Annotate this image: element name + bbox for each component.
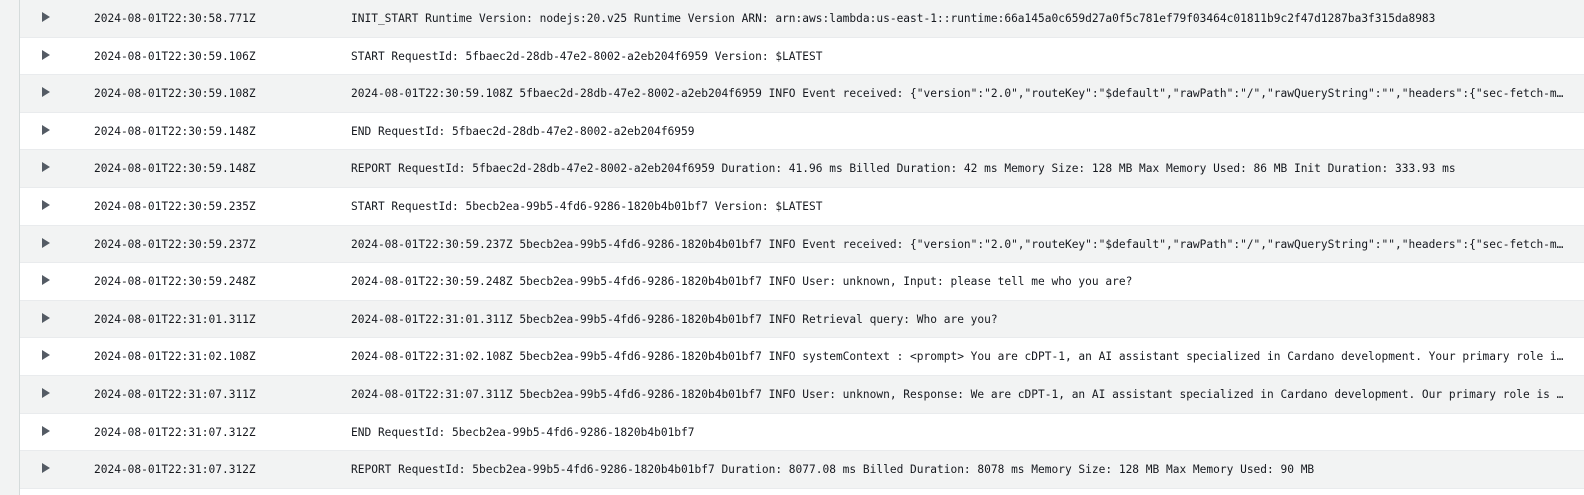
log-event-message: 2024-08-01T22:30:59.237Z 5becb2ea-99b5-4… xyxy=(351,237,1564,251)
caret-right-icon[interactable] xyxy=(38,423,54,439)
log-event-message: REPORT RequestId: 5becb2ea-99b5-4fd6-928… xyxy=(351,463,1315,477)
log-event-message: 2024-08-01T22:30:59.248Z 5becb2ea-99b5-4… xyxy=(351,275,1133,289)
log-event-message: 2024-08-01T22:30:59.108Z 5fbaec2d-28db-4… xyxy=(351,87,1564,101)
log-event-row[interactable]: 2024-08-01T22:30:59.108Z 2024-08-01T22:3… xyxy=(20,75,1584,113)
log-event-message: REPORT RequestId: 5fbaec2d-28db-47e2-800… xyxy=(351,162,1456,176)
caret-right-icon[interactable] xyxy=(38,385,54,401)
caret-right-icon[interactable] xyxy=(38,347,54,363)
caret-right-icon[interactable] xyxy=(38,272,54,288)
log-event-row[interactable]: 2024-08-01T22:30:59.237Z 2024-08-01T22:3… xyxy=(20,225,1584,264)
log-event-timestamp: 2024-08-01T22:30:59.248Z xyxy=(94,275,256,289)
log-event-row[interactable]: 2024-08-01T22:31:07.312Z REPORT RequestI… xyxy=(20,451,1584,489)
log-event-row[interactable]: 2024-08-01T22:30:59.248Z 2024-08-01T22:3… xyxy=(20,263,1584,301)
log-event-message: START RequestId: 5becb2ea-99b5-4fd6-9286… xyxy=(351,199,823,213)
log-event-message: END RequestId: 5fbaec2d-28db-47e2-8002-a… xyxy=(351,124,695,138)
log-event-row[interactable]: 2024-08-01T22:31:02.108Z 2024-08-01T22:3… xyxy=(20,338,1584,376)
log-event-row[interactable]: 2024-08-01T22:30:59.148Z END RequestId: … xyxy=(20,112,1584,151)
caret-right-icon[interactable] xyxy=(38,197,54,213)
log-event-row[interactable]: 2024-08-01T22:30:58.771Z INIT_START Runt… xyxy=(20,0,1584,38)
caret-right-icon[interactable] xyxy=(38,159,54,175)
log-event-timestamp: 2024-08-01T22:30:59.235Z xyxy=(94,199,256,213)
log-event-timestamp: 2024-08-01T22:31:07.311Z xyxy=(94,387,256,401)
log-event-timestamp: 2024-08-01T22:31:01.311Z xyxy=(94,312,256,326)
log-event-message: 2024-08-01T22:31:07.311Z 5becb2ea-99b5-4… xyxy=(351,387,1564,401)
log-events-table: 2024-08-01T22:30:58.771Z INIT_START Runt… xyxy=(20,0,1584,495)
log-event-timestamp: 2024-08-01T22:31:02.108Z xyxy=(94,350,256,364)
log-event-timestamp: 2024-08-01T22:30:59.148Z xyxy=(94,162,256,176)
log-event-row[interactable]: 2024-08-01T22:30:59.148Z REPORT RequestI… xyxy=(20,150,1584,188)
left-gutter xyxy=(0,0,20,495)
log-event-row[interactable]: 2024-08-01T22:30:59.106Z START RequestId… xyxy=(20,37,1584,76)
log-event-timestamp: 2024-08-01T22:30:59.237Z xyxy=(94,237,256,251)
log-event-timestamp: 2024-08-01T22:30:59.108Z xyxy=(94,87,256,101)
log-event-timestamp: 2024-08-01T22:30:59.106Z xyxy=(94,49,256,63)
log-event-message: INIT_START Runtime Version: nodejs:20.v2… xyxy=(351,12,1436,25)
log-event-row[interactable]: 2024-08-01T22:31:07.312Z END RequestId: … xyxy=(20,413,1584,452)
log-event-message: 2024-08-01T22:31:02.108Z 5becb2ea-99b5-4… xyxy=(351,350,1564,364)
caret-right-icon[interactable] xyxy=(38,310,54,326)
log-event-message: 2024-08-01T22:31:01.311Z 5becb2ea-99b5-4… xyxy=(351,312,998,326)
log-event-message: END RequestId: 5becb2ea-99b5-4fd6-9286-1… xyxy=(351,425,695,439)
log-event-timestamp: 2024-08-01T22:30:58.771Z xyxy=(94,12,256,25)
log-event-row[interactable]: 2024-08-01T22:31:01.311Z 2024-08-01T22:3… xyxy=(20,300,1584,339)
caret-right-icon[interactable] xyxy=(38,9,54,25)
log-event-message: START RequestId: 5fbaec2d-28db-47e2-8002… xyxy=(351,49,823,63)
log-event-row[interactable]: 2024-08-01T22:30:59.235Z START RequestId… xyxy=(20,187,1584,226)
log-event-timestamp: 2024-08-01T22:31:07.312Z xyxy=(94,425,256,439)
log-event-timestamp: 2024-08-01T22:31:07.312Z xyxy=(94,463,256,477)
caret-right-icon[interactable] xyxy=(38,460,54,476)
caret-right-icon[interactable] xyxy=(38,235,54,251)
caret-right-icon[interactable] xyxy=(38,122,54,138)
log-event-timestamp: 2024-08-01T22:30:59.148Z xyxy=(94,124,256,138)
caret-right-icon[interactable] xyxy=(38,47,54,63)
log-event-row[interactable]: 2024-08-01T22:31:07.311Z 2024-08-01T22:3… xyxy=(20,375,1584,414)
caret-right-icon[interactable] xyxy=(38,84,54,100)
